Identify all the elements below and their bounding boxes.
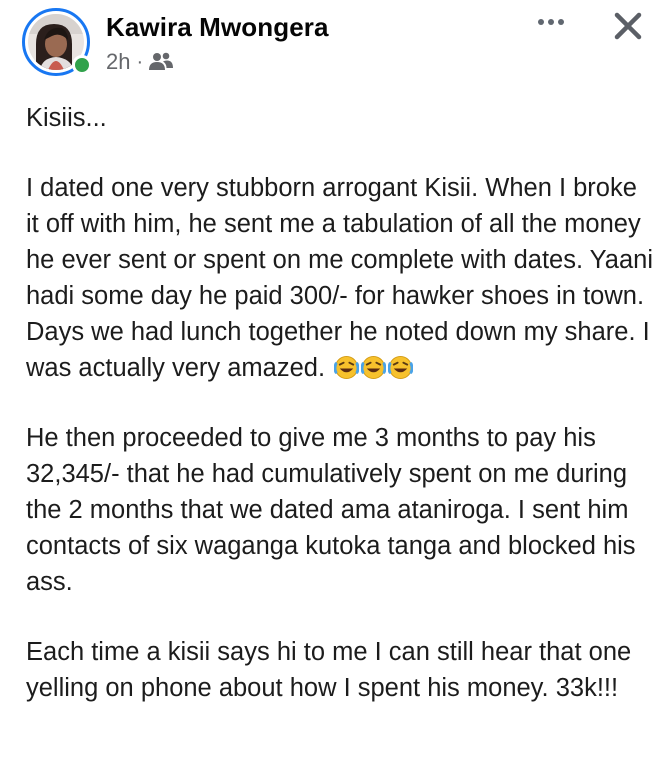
post-header: Kawira Mwongera 2h · bbox=[0, 0, 671, 90]
close-icon bbox=[614, 12, 642, 40]
author-name[interactable]: Kawira Mwongera bbox=[106, 12, 329, 43]
post-paragraph-3: Each time a kisii says hi to me I can st… bbox=[26, 638, 632, 702]
close-button[interactable] bbox=[608, 6, 648, 46]
more-options-button[interactable] bbox=[528, 10, 574, 34]
laughing-emoji-icon bbox=[361, 355, 387, 380]
more-horizontal-icon bbox=[548, 19, 554, 25]
laughing-emoji-icon bbox=[388, 355, 414, 380]
laughing-emoji-icon bbox=[334, 355, 360, 380]
post-text: Kisiis... I dated one very stubborn arro… bbox=[26, 100, 656, 706]
friends-audience-icon[interactable] bbox=[148, 51, 174, 73]
meta-separator: · bbox=[136, 50, 144, 73]
paragraph-1-text: I dated one very stubborn arrogant Kisii… bbox=[26, 174, 654, 382]
post-time[interactable]: 2h bbox=[106, 49, 130, 75]
more-horizontal-icon bbox=[558, 19, 564, 25]
post-opening-line: Kisiis... bbox=[26, 104, 107, 132]
post-paragraph-2: He then proceeded to give me 3 months to… bbox=[26, 424, 636, 596]
laughing-emoji-group bbox=[332, 354, 414, 382]
more-horizontal-icon bbox=[538, 19, 544, 25]
online-status-indicator bbox=[72, 55, 92, 75]
post-paragraph-1: I dated one very stubborn arrogant Kisii… bbox=[26, 170, 656, 386]
post-meta: 2h · bbox=[106, 48, 174, 76]
